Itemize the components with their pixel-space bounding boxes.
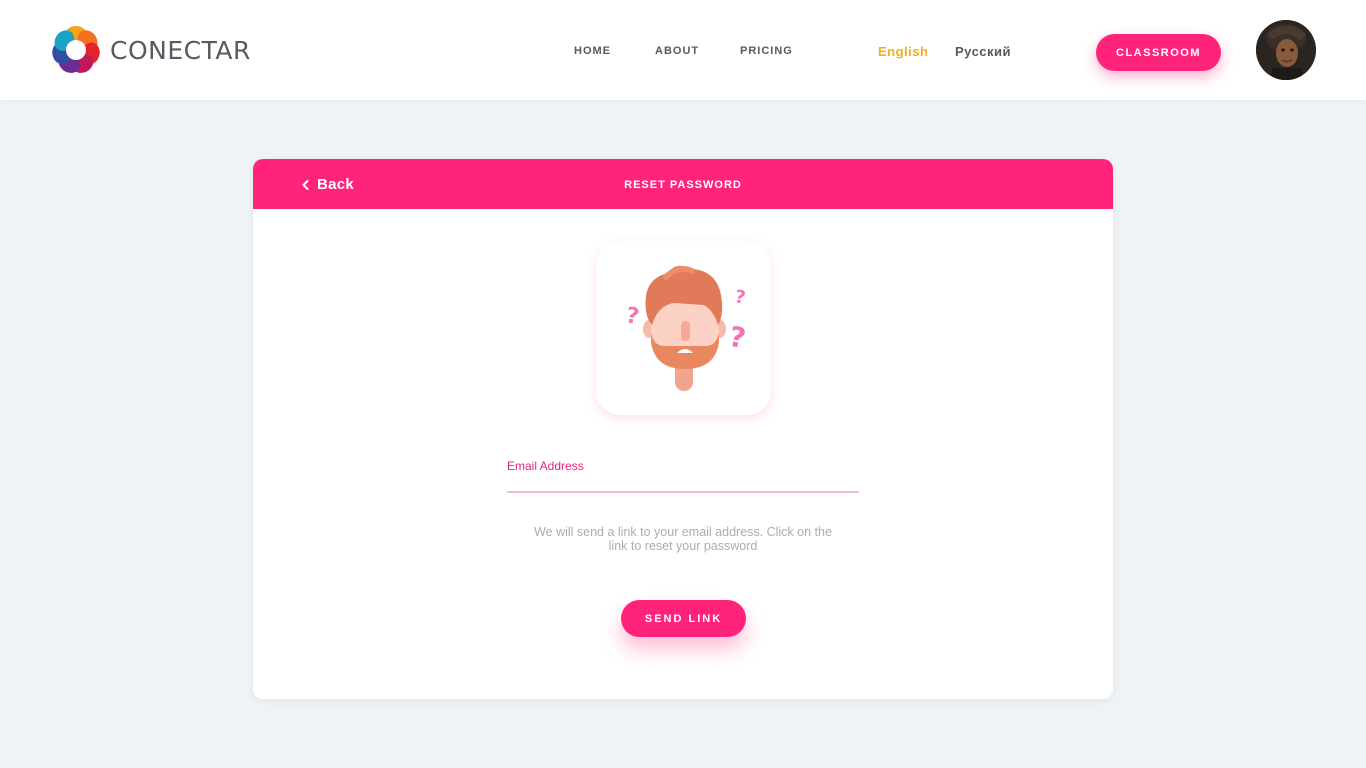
classroom-button[interactable]: CLASSROOM xyxy=(1096,34,1221,71)
reset-hint-text: We will send a link to your email addres… xyxy=(534,525,832,553)
email-field-label: Email Address xyxy=(507,459,584,473)
email-field-group: Email Address xyxy=(507,459,859,493)
language-english[interactable]: English xyxy=(878,44,928,59)
nav-about[interactable]: ABOUT xyxy=(655,45,699,57)
card-title: RESET PASSWORD xyxy=(624,179,742,191)
user-avatar[interactable] xyxy=(1256,20,1316,80)
confused-bearded-man-icon: ? ? ? xyxy=(596,241,771,415)
svg-text:?: ? xyxy=(733,286,747,308)
brand-name: CONECTAR xyxy=(110,35,251,65)
svg-text:?: ? xyxy=(624,303,641,330)
flower-logo-icon xyxy=(52,26,100,73)
card-header: Back RESET PASSWORD xyxy=(253,159,1113,209)
email-input[interactable] xyxy=(507,475,859,493)
brand-logo[interactable]: CONECTAR xyxy=(50,24,251,76)
reset-password-card: Back RESET PASSWORD ? ? ? Email Address … xyxy=(253,159,1113,699)
nav-home[interactable]: HOME xyxy=(574,45,611,57)
language-russian[interactable]: Русский xyxy=(955,44,1011,59)
send-link-button[interactable]: SEND LINK xyxy=(621,600,746,637)
nav-pricing[interactable]: PRICING xyxy=(740,45,793,57)
svg-text:?: ? xyxy=(727,320,749,355)
top-navbar: CONECTAR HOME ABOUT PRICING English Русс… xyxy=(0,0,1366,100)
